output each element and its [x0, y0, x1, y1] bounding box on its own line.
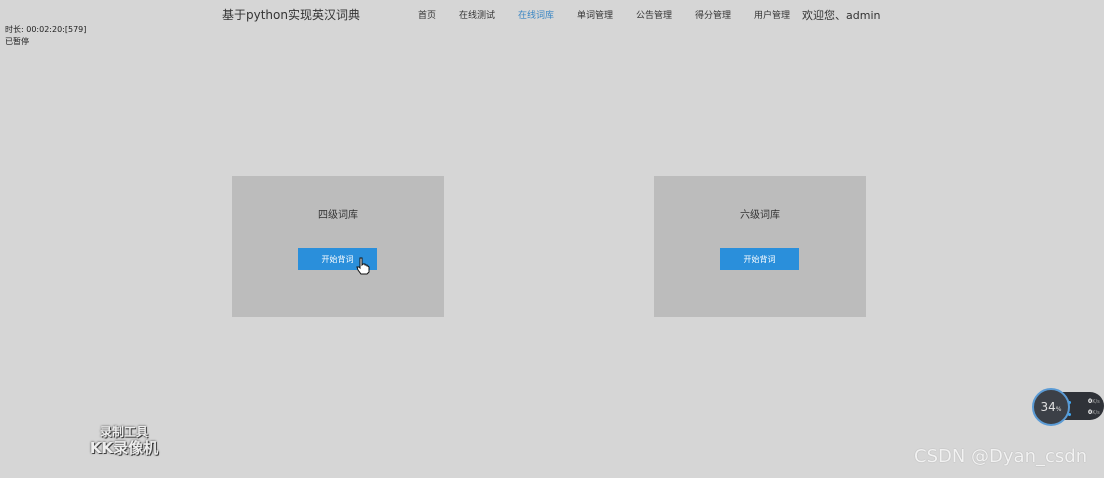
nav-online-lexicon[interactable]: 在线词库 [518, 8, 554, 21]
nav-online-test[interactable]: 在线测试 [459, 8, 495, 21]
recording-status: 时长: 00:02:20:[579] 已暂停 [5, 24, 86, 48]
recording-time: 时长: 00:02:20:[579] [5, 25, 87, 34]
nav-user-management[interactable]: 用户管理 [754, 8, 790, 21]
nav-word-management[interactable]: 单词管理 [577, 8, 613, 21]
site-title: 基于python实现英汉词典 [222, 8, 360, 22]
recorder-brand: KK录像机 [89, 439, 159, 457]
cpu-gauge: 34% [1032, 388, 1070, 426]
download-speed: 0K/s [1088, 409, 1100, 416]
top-navbar: 基于python实现英汉词典 首页 在线测试 在线词库 单词管理 公告管理 得分… [0, 0, 1104, 28]
hand-cursor-icon [356, 257, 370, 275]
welcome-user[interactable]: 欢迎您、admin [802, 7, 880, 23]
lexicon-card-title: 六级词库 [740, 210, 780, 221]
csdn-watermark: CSDN @Dyan_csdn [914, 446, 1088, 467]
nav-home[interactable]: 首页 [418, 8, 436, 21]
network-monitor-widget[interactable]: 0K/s 0K/s 34% [1032, 388, 1104, 426]
lexicon-card-cet6: 六级词库 开始背词 [654, 176, 866, 317]
start-memorizing-button[interactable]: 开始背词 [720, 248, 799, 270]
speed-unit: K/s [1092, 399, 1100, 405]
cpu-gauge-value: 34 [1040, 400, 1056, 414]
speed-unit: K/s [1092, 410, 1100, 416]
upload-speed: 0K/s [1088, 398, 1100, 405]
cpu-gauge-unit: % [1055, 405, 1062, 413]
lexicon-card-cet4: 四级词库 开始背词 [232, 176, 444, 317]
recorder-watermark: 录制工具 KK录像机 [82, 424, 166, 456]
nav-notice-management[interactable]: 公告管理 [636, 8, 672, 21]
lexicon-card-title: 四级词库 [318, 210, 358, 221]
nav-score-management[interactable]: 得分管理 [695, 8, 731, 21]
recording-paused: 已暂停 [5, 37, 29, 46]
recorder-tool-label: 录制工具 [99, 425, 148, 439]
